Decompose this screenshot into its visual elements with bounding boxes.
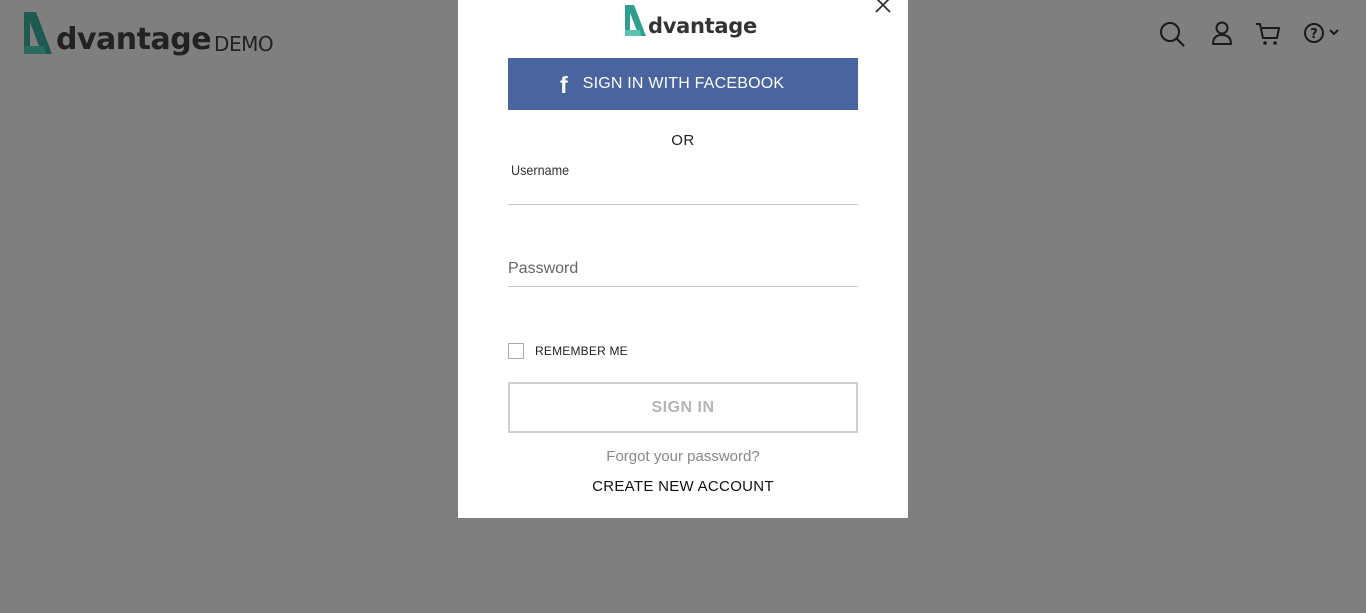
modal-logo: dvantage bbox=[624, 4, 757, 38]
password-input[interactable] bbox=[508, 258, 858, 280]
remember-me-label: REMEMBER ME bbox=[535, 344, 628, 358]
remember-me-checkbox[interactable] bbox=[508, 343, 524, 359]
sign-in-button[interactable]: SIGN IN bbox=[508, 382, 858, 433]
user-icon[interactable] bbox=[1208, 20, 1236, 48]
username-label: Username bbox=[511, 162, 570, 178]
username-input[interactable] bbox=[508, 180, 858, 202]
brand-word: dvantage bbox=[56, 22, 212, 57]
help-menu-icon[interactable]: ? bbox=[1302, 20, 1344, 48]
login-modal: dvantage f SIGN IN WITH FACEBOOK OR User… bbox=[458, 0, 908, 518]
password-field[interactable] bbox=[508, 248, 858, 287]
search-icon[interactable] bbox=[1158, 20, 1186, 48]
brand-logo[interactable]: dvantage DEMO bbox=[22, 10, 274, 57]
or-divider: OR bbox=[671, 132, 695, 149]
brand-mark-icon bbox=[24, 12, 52, 54]
forgot-password-link[interactable]: Forgot your password? bbox=[458, 448, 908, 465]
close-icon[interactable] bbox=[872, 0, 894, 16]
remember-me-toggle[interactable]: REMEMBER ME bbox=[508, 343, 628, 359]
svg-text:?: ? bbox=[1310, 27, 1318, 42]
facebook-signin-label: SIGN IN WITH FACEBOOK bbox=[582, 75, 785, 92]
username-field[interactable]: Username bbox=[508, 160, 858, 205]
modal-logo-word: dvantage bbox=[648, 14, 757, 38]
cart-icon[interactable] bbox=[1254, 20, 1282, 48]
brand-mark-icon bbox=[625, 5, 646, 36]
create-account-link[interactable]: CREATE NEW ACCOUNT bbox=[458, 478, 908, 495]
facebook-icon: f bbox=[560, 72, 568, 98]
brand-demo: DEMO bbox=[214, 32, 274, 56]
facebook-signin-button[interactable]: f SIGN IN WITH FACEBOOK bbox=[508, 58, 858, 110]
